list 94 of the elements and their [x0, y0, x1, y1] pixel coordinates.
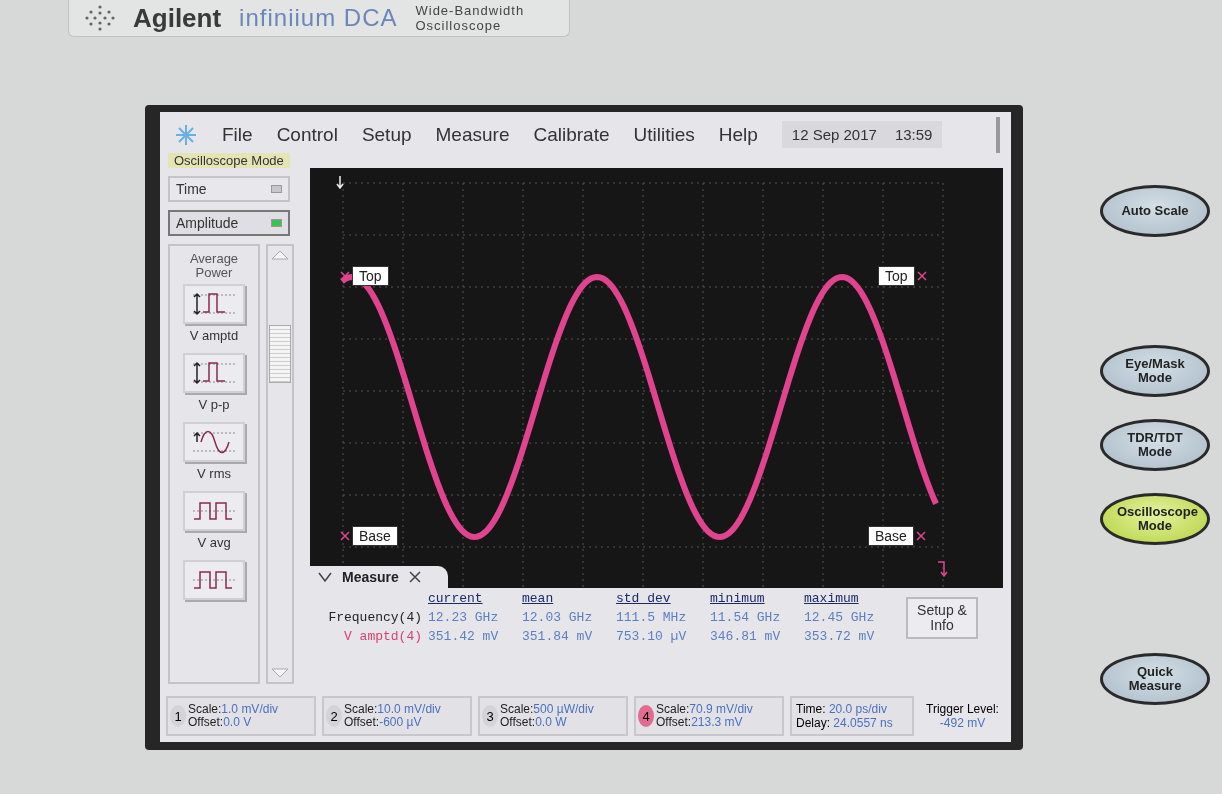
measurement-button[interactable]: [183, 284, 245, 324]
offset-text: Offset:0.0 W: [500, 716, 567, 729]
level-marker: Top: [878, 266, 915, 286]
marker-tick-icon: [915, 531, 926, 541]
trigger-arrow-icon: [937, 561, 948, 578]
measurement-label: V avg: [197, 535, 231, 550]
up-arrow-icon[interactable]: [271, 250, 289, 260]
logo-icon: [85, 4, 115, 32]
pulse-icon: [191, 359, 237, 387]
clock-display: 12 Sep 2017 13:59: [781, 121, 943, 148]
panel-title: Measure: [342, 569, 399, 585]
channel-box[interactable]: 4 Scale:70.9 mV/div Offset:213.3 mV: [634, 696, 784, 736]
product-description: Wide-Bandwidth: [415, 3, 525, 18]
marker-tick-icon: [340, 271, 350, 281]
product-description: Oscilloscope: [415, 18, 503, 33]
indicator-icon: [271, 185, 282, 193]
channel-number: 2: [326, 705, 342, 727]
measurement-value: 12.03 GHz: [522, 611, 594, 625]
measurement-button[interactable]: [183, 353, 245, 393]
hardware-button[interactable]: Auto Scale: [1100, 185, 1210, 237]
category-tab[interactable]: Time: [168, 176, 290, 202]
hardware-button[interactable]: Oscilloscope Mode: [1100, 493, 1210, 545]
channel-box[interactable]: 3 Scale:500 µW/div Offset:0.0 W: [478, 696, 628, 736]
offset-text: Offset:0.0 V: [188, 716, 253, 729]
measurement-value: 351.42 mV: [428, 629, 500, 644]
channel-number: 3: [482, 705, 498, 727]
level-marker: Top: [352, 266, 389, 286]
column-header: std dev: [616, 592, 672, 607]
measurement-value: 12.45 GHz: [804, 611, 876, 625]
level-marker: Base: [868, 526, 914, 546]
scroll-thumb[interactable]: [269, 325, 291, 383]
offset-text: Offset:213.3 mV: [656, 716, 744, 729]
chevron-icon[interactable]: [318, 572, 332, 582]
measurement-label: V rms: [197, 466, 231, 481]
menu-item[interactable]: Utilities: [633, 123, 695, 146]
scrollbar[interactable]: [266, 244, 294, 684]
offset-text: Offset:-600 µV: [344, 716, 423, 729]
brand-name: Agilent: [133, 2, 222, 34]
hardware-button[interactable]: TDR/TDT Mode: [1100, 419, 1210, 471]
menu-item[interactable]: Help: [718, 123, 758, 146]
measurement-value: 346.81 mV: [710, 629, 782, 644]
menu-item[interactable]: Measure: [435, 123, 510, 146]
trigger-value: -492 mV: [938, 716, 987, 730]
scale-text: Scale:10.0 mV/div: [344, 703, 441, 716]
group-title: Average Power: [188, 252, 240, 280]
channel-box[interactable]: 2 Scale:10.0 mV/div Offset:-600 µV: [322, 696, 472, 736]
channel-number: 1: [170, 705, 186, 727]
menu-item[interactable]: Setup: [361, 123, 412, 146]
hardware-button[interactable]: Eye/Mask Mode: [1100, 345, 1210, 397]
measurement-value: 111.5 MHz: [616, 611, 688, 625]
column-header: current: [428, 592, 484, 607]
mode-label: Oscilloscope Mode: [168, 153, 290, 168]
pulse-icon: [191, 290, 237, 318]
scale-text: Scale:500 µW/div: [500, 703, 594, 716]
column-header: mean: [522, 592, 555, 607]
close-icon[interactable]: [408, 571, 421, 583]
measurement-button[interactable]: [183, 560, 245, 600]
channel-number: 4: [638, 705, 654, 727]
menu-item[interactable]: File: [222, 123, 253, 146]
indicator-icon: [271, 219, 282, 227]
measurement-button[interactable]: [183, 491, 245, 531]
marker-tick-icon: [916, 271, 927, 281]
arrow-icon: [336, 175, 344, 190]
time-text: Time: 20.0 ps/div: [796, 702, 888, 716]
sine-icon: [191, 428, 237, 456]
measurement-name: V amptd(4): [343, 629, 423, 644]
panel-tab[interactable]: Measure: [310, 566, 448, 588]
measurement-label: V amptd: [189, 328, 239, 343]
measurement-value: 353.72 mV: [804, 629, 876, 644]
scale-text: Scale:70.9 mV/div: [656, 703, 753, 716]
category-tab[interactable]: Amplitude: [168, 210, 290, 236]
measurement-name: Frequency(4): [327, 611, 423, 625]
menu-item[interactable]: Calibrate: [533, 123, 610, 146]
timebase-box[interactable]: Time: 20.0 ps/div Delay: 24.0557 ns: [790, 696, 914, 736]
spark-icon: [174, 122, 198, 147]
scale-text: Scale:1.0 mV/div: [188, 703, 279, 716]
column-header: maximum: [804, 592, 860, 607]
measurement-value: 12.23 GHz: [428, 611, 500, 625]
channel-box[interactable]: 1 Scale:1.0 mV/div Offset:0.0 V: [166, 696, 316, 736]
level-marker: Base: [352, 526, 398, 546]
measurement-value: 11.54 GHz: [710, 611, 782, 625]
measurement-value: 351.84 mV: [522, 629, 594, 644]
menu-item[interactable]: Control: [276, 123, 338, 146]
measurement-value: 753.10 µV: [616, 629, 688, 644]
column-header: minimum: [710, 592, 766, 607]
delay-text: Delay: 24.0557 ns: [796, 716, 894, 730]
marker-tick-icon: [340, 531, 350, 541]
trigger-label: Trigger Level:: [925, 702, 1000, 716]
measurement-button[interactable]: [183, 422, 245, 462]
product-name: infiniium DCA: [239, 4, 398, 32]
measurement-label: V p-p: [198, 397, 230, 412]
hardware-button[interactable]: Quick Measure: [1100, 653, 1210, 705]
down-arrow-icon[interactable]: [271, 668, 289, 678]
setup-button[interactable]: Setup & Info: [906, 597, 978, 639]
